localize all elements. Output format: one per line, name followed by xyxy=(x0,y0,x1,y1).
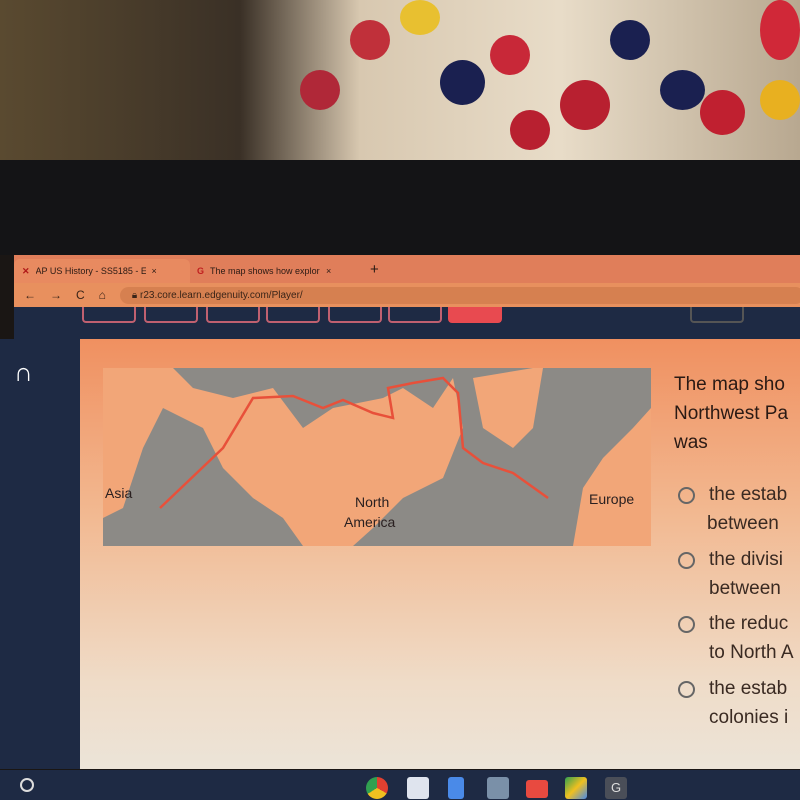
label-north-america-2: America xyxy=(344,514,396,530)
tab-map-question[interactable]: G The map shows how explorers s × xyxy=(189,259,365,283)
radio-button[interactable] xyxy=(678,681,695,698)
lock-icon: 🔒︎ xyxy=(131,289,141,301)
question-nav-button[interactable] xyxy=(328,307,382,323)
g-app-icon[interactable]: G xyxy=(605,777,627,799)
home-icon[interactable]: ⌂ xyxy=(99,288,106,302)
answer-option-3[interactable]: the reduc to North A xyxy=(678,609,794,667)
new-tab-button[interactable]: + xyxy=(370,261,379,278)
question-nav-button[interactable] xyxy=(82,307,136,323)
close-tab-icon[interactable]: × xyxy=(152,266,157,276)
headphones-icon[interactable]: ∩ xyxy=(14,357,33,388)
label-north-america: North xyxy=(355,494,389,510)
answer-option-4[interactable]: the estab colonies i xyxy=(678,674,788,732)
docs-icon[interactable] xyxy=(448,777,464,799)
radio-button[interactable] xyxy=(678,616,695,633)
taskbar xyxy=(0,770,800,800)
launcher-icon[interactable] xyxy=(20,778,34,792)
back-icon[interactable]: ← xyxy=(24,288,36,302)
question-nav-button[interactable] xyxy=(206,307,260,323)
answer-option-2[interactable]: the divisi between xyxy=(678,545,783,603)
reload-icon[interactable]: C xyxy=(76,288,85,302)
url-input[interactable]: 🔒︎ r23.core.learn.edgenuity.com/Player/ xyxy=(119,286,800,304)
tab-bar: ✕ AP US History - SS5185 - Edgenu × G Th… xyxy=(14,255,800,285)
address-bar-row: ← → C ⌂ 🔒︎ r23.core.learn.edgenuity.com/… xyxy=(14,283,800,307)
close-tab-icon[interactable]: × xyxy=(326,266,331,276)
question-nav-button-current[interactable] xyxy=(448,307,502,323)
sidebar: ∩ xyxy=(0,339,80,769)
drive-icon[interactable] xyxy=(565,777,587,799)
calculator-icon[interactable] xyxy=(487,777,509,799)
question-nav-button[interactable] xyxy=(266,307,320,323)
radio-button[interactable] xyxy=(678,487,695,504)
label-asia: Asia xyxy=(105,485,132,501)
question-nav-button[interactable] xyxy=(144,307,198,323)
background-photo xyxy=(0,0,800,165)
label-europe: Europe xyxy=(589,491,634,507)
tab-ap-us-history[interactable]: ✕ AP US History - SS5185 - Edgenu × xyxy=(14,259,190,283)
google-g-icon: G xyxy=(197,266,205,276)
chrome-icon[interactable] xyxy=(366,777,388,799)
gmail-icon[interactable] xyxy=(526,780,548,798)
screen-bezel xyxy=(0,160,800,255)
answer-option-1[interactable]: the estab between xyxy=(678,480,787,538)
edgenuity-x-icon: ✕ xyxy=(22,265,30,276)
northwest-passage-map: Asia North America Europe xyxy=(103,368,651,546)
forward-icon[interactable]: → xyxy=(50,288,62,302)
radio-button[interactable] xyxy=(678,552,695,569)
nav-next-button[interactable] xyxy=(690,307,744,323)
question-nav-button[interactable] xyxy=(388,307,442,323)
question-nav-strip xyxy=(14,307,800,339)
app-icon[interactable] xyxy=(407,777,429,799)
question-text: The map sho Northwest Pa was xyxy=(674,374,789,453)
